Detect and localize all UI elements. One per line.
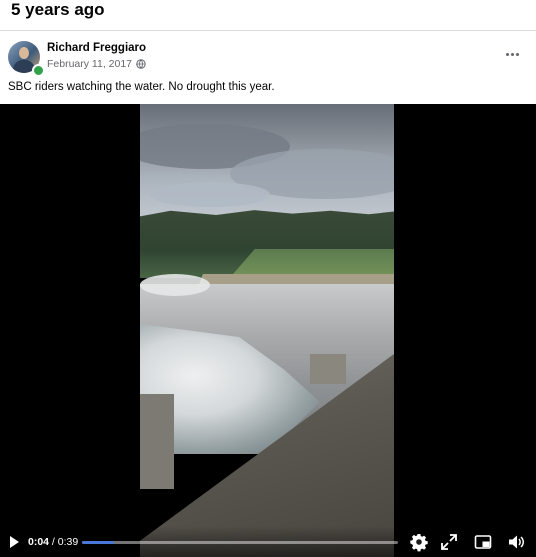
video-player[interactable]: 0:04 / 0:39 (0, 104, 536, 557)
memory-title: 5 years ago (11, 0, 105, 19)
current-time: 0:04 (28, 536, 50, 548)
author-name[interactable]: Richard Freggiaro (47, 42, 146, 54)
post-header: Richard Freggiaro February 11, 2017 · (0, 31, 536, 79)
online-status-icon (32, 64, 45, 77)
memory-header: 5 years ago (0, 0, 536, 31)
video-time: 0:04 / 0:39 (28, 536, 78, 548)
video-frame (140, 104, 394, 557)
fullscreen-icon[interactable] (439, 532, 459, 552)
more-options-button[interactable] (500, 44, 524, 64)
play-icon[interactable] (7, 535, 21, 549)
duration: 0:39 (57, 536, 79, 548)
time-separator: / (49, 536, 58, 548)
progress-fill (82, 541, 114, 544)
volume-icon[interactable] (506, 532, 526, 552)
post-date[interactable]: February 11, 2017 · (47, 58, 138, 70)
video-controls: 0:04 / 0:39 (0, 526, 536, 557)
progress-bar[interactable] (82, 541, 398, 544)
globe-icon (136, 59, 146, 69)
settings-icon[interactable] (409, 532, 429, 552)
post-text: SBC riders watching the water. No drough… (8, 81, 275, 93)
miniplayer-icon[interactable] (473, 532, 493, 552)
